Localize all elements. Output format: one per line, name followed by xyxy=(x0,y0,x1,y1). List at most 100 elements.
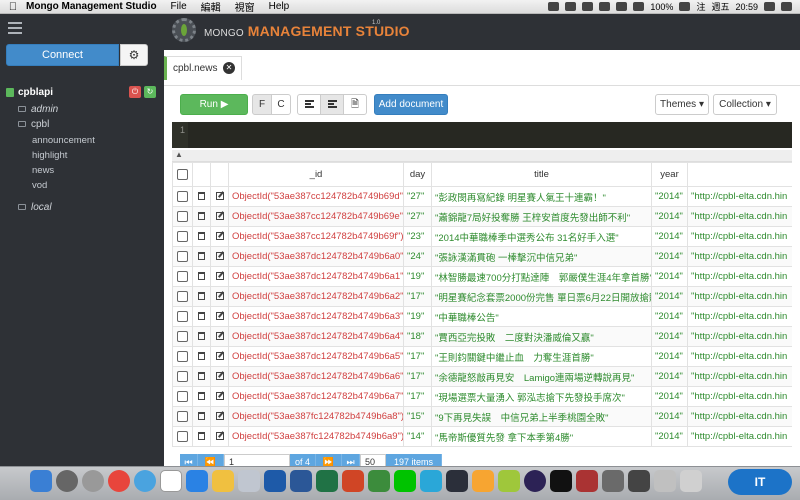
edit-cell[interactable] xyxy=(210,226,229,247)
delete-cell[interactable] xyxy=(192,406,211,427)
cell-link[interactable]: "http://cpbl-elta.cdn.hin xyxy=(687,226,792,247)
cell-day[interactable]: "27" xyxy=(403,206,432,227)
collection-item-announcement[interactable]: announcement xyxy=(32,135,95,146)
cell-year[interactable]: "2014" xyxy=(651,226,688,247)
trash-icon[interactable] xyxy=(198,272,205,281)
cell-link[interactable]: "http://cpbl-elta.cdn.hin xyxy=(687,346,792,367)
textmate-icon[interactable] xyxy=(602,470,624,492)
text-view-button[interactable] xyxy=(297,94,321,115)
edit-icon[interactable] xyxy=(215,372,224,381)
cell-title[interactable]: "王則鈞關鍵中繼止血 力奪生涯首勝" xyxy=(431,346,652,367)
row-checkbox[interactable] xyxy=(177,370,188,382)
refresh-icon[interactable]: ↻ xyxy=(144,86,156,98)
edit-cell[interactable] xyxy=(210,286,229,307)
table-row[interactable]: ObjectId("53ae387dc124782b4749b6a2") "17"… xyxy=(172,286,792,307)
launchpad-icon[interactable] xyxy=(56,470,78,492)
cell-id[interactable]: ObjectId("53ae387cc124782b4749b69f") xyxy=(228,226,404,247)
edit-icon[interactable] xyxy=(215,252,224,261)
cell-link[interactable]: "http://cpbl-elta.cdn.hin xyxy=(687,426,792,447)
collection-item-news[interactable]: news xyxy=(32,165,54,176)
table-row[interactable]: ObjectId("53ae387fc124782b4749b6a8") "15"… xyxy=(172,406,792,427)
row-select-cell[interactable] xyxy=(172,286,193,307)
edit-icon[interactable] xyxy=(215,352,224,361)
adobe-icon[interactable] xyxy=(599,2,611,11)
col-header-day[interactable]: day xyxy=(403,162,432,187)
evernote-icon[interactable] xyxy=(565,2,577,11)
delete-cell[interactable] xyxy=(192,366,211,387)
powerpoint-icon[interactable] xyxy=(342,470,364,492)
format-f-button[interactable]: F xyxy=(252,94,272,115)
edit-icon[interactable] xyxy=(215,292,224,301)
db-item-local[interactable]: local xyxy=(18,200,52,214)
col-header-id[interactable]: _id xyxy=(228,162,404,187)
row-select-cell[interactable] xyxy=(172,266,193,287)
cell-title[interactable]: "9下再見失誤 中信兄弟上半季桃園全敗" xyxy=(431,406,652,427)
edit-cell[interactable] xyxy=(210,306,229,327)
cell-id[interactable]: ObjectId("53ae387dc124782b4749b6a4") xyxy=(228,326,404,347)
row-checkbox[interactable] xyxy=(177,410,188,422)
delete-cell[interactable] xyxy=(192,286,211,307)
cell-title[interactable]: "2014中華職棒季中選秀公布 31名好手入選" xyxy=(431,226,652,247)
clock-time[interactable]: 20:59 xyxy=(735,2,758,12)
table-row[interactable]: ObjectId("53ae387cc124782b4749b69d") "27"… xyxy=(172,186,792,207)
close-icon[interactable]: ✕ xyxy=(223,62,235,74)
edit-icon[interactable] xyxy=(215,332,224,341)
table-row[interactable]: ObjectId("53ae387dc124782b4749b6a3") "19"… xyxy=(172,306,792,327)
cell-year[interactable]: "2014" xyxy=(651,206,688,227)
menu-window[interactable]: 視窗 xyxy=(235,0,255,14)
select-all-checkbox[interactable] xyxy=(177,168,188,180)
input-method[interactable]: 注 xyxy=(696,0,705,13)
cell-day[interactable]: "19" xyxy=(403,306,432,327)
collection-item-highlight[interactable]: highlight xyxy=(32,150,67,161)
cell-day[interactable]: "23" xyxy=(403,226,432,247)
cell-id[interactable]: ObjectId("53ae387cc124782b4749b69e") xyxy=(228,206,404,227)
search-icon[interactable] xyxy=(764,2,775,11)
row-select-cell[interactable] xyxy=(172,346,193,367)
trash-icon[interactable] xyxy=(198,392,205,401)
trash-icon[interactable] xyxy=(198,292,205,301)
keynote-icon[interactable] xyxy=(264,470,286,492)
cell-year[interactable]: "2014" xyxy=(651,186,688,207)
cell-title[interactable]: "張詠漢滿貫砲 一棒擊沉中信兄弟" xyxy=(431,246,652,267)
cell-day[interactable]: "18" xyxy=(403,326,432,347)
delete-cell[interactable] xyxy=(192,226,211,247)
cell-link[interactable]: "http://cpbl-elta.cdn.hin xyxy=(687,306,792,327)
cell-title[interactable]: "馬帝斯優質先發 拿下本季第4勝" xyxy=(431,426,652,447)
app-menu[interactable]: Mongo Management Studio xyxy=(26,1,157,12)
preview-icon[interactable] xyxy=(238,470,260,492)
row-checkbox[interactable] xyxy=(177,230,188,242)
cell-link[interactable]: "http://cpbl-elta.cdn.hin xyxy=(687,366,792,387)
row-select-cell[interactable] xyxy=(172,306,193,327)
cell-title[interactable]: "明星賽紀念套票2000份完售 單日票6月22日開放搶購" xyxy=(431,286,652,307)
edit-icon[interactable] xyxy=(215,412,224,421)
table-row[interactable]: ObjectId("53ae387dc124782b4749b6a4") "18"… xyxy=(172,326,792,347)
cell-link[interactable]: "http://cpbl-elta.cdn.hin xyxy=(687,266,792,287)
collapse-bar[interactable]: ▲ xyxy=(172,150,792,162)
collection-item-vod[interactable]: vod xyxy=(32,180,47,191)
delete-cell[interactable] xyxy=(192,426,211,447)
evernote-icon[interactable] xyxy=(368,470,390,492)
row-select-cell[interactable] xyxy=(172,226,193,247)
edit-icon[interactable] xyxy=(215,392,224,401)
cell-title[interactable]: "中華職棒公告" xyxy=(431,306,652,327)
cell-title[interactable]: "現場選票大量湧入 郭泓志搶下先發投手席次" xyxy=(431,386,652,407)
cell-id[interactable]: ObjectId("53ae387dc124782b4749b6a1") xyxy=(228,266,404,287)
gear-icon[interactable]: ⚙ xyxy=(120,44,148,66)
cell-day[interactable]: "17" xyxy=(403,286,432,307)
row-checkbox[interactable] xyxy=(177,190,188,202)
edit-icon[interactable] xyxy=(215,212,224,221)
finder-icon[interactable] xyxy=(30,470,52,492)
cell-day[interactable]: "14" xyxy=(403,426,432,447)
edit-cell[interactable] xyxy=(210,386,229,407)
edit-icon[interactable] xyxy=(215,272,224,281)
dropbox-icon[interactable] xyxy=(548,2,560,11)
cell-id[interactable]: ObjectId("53ae387dc124782b4749b6a3") xyxy=(228,306,404,327)
cell-year[interactable]: "2014" xyxy=(651,326,688,347)
row-select-cell[interactable] xyxy=(172,386,193,407)
row-select-cell[interactable] xyxy=(172,426,193,447)
row-checkbox[interactable] xyxy=(177,270,188,282)
cell-title[interactable]: "林智勝最速700分打點達陣 郭嚴僕生涯4年拿首勝" xyxy=(431,266,652,287)
row-select-cell[interactable] xyxy=(172,186,193,207)
row-select-cell[interactable] xyxy=(172,246,193,267)
delete-cell[interactable] xyxy=(192,346,211,367)
